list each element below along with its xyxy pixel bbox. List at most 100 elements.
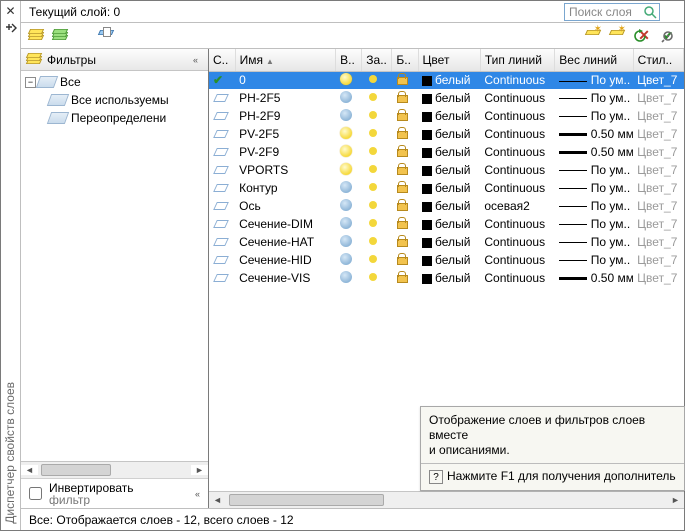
- invert-filter-row[interactable]: Инвертировать фильтр «: [21, 478, 208, 508]
- lock-icon[interactable]: [396, 163, 408, 175]
- table-row[interactable]: VPORTSбелыйContinuousПо ум..Цвет_7: [209, 161, 684, 179]
- cell-lineweight[interactable]: По ум..: [555, 233, 633, 251]
- cell-style[interactable]: Цвет_7: [633, 179, 683, 197]
- lock-icon[interactable]: [396, 253, 408, 265]
- cell-lineweight[interactable]: По ум..: [555, 251, 633, 269]
- lock-icon[interactable]: [396, 91, 408, 103]
- lock-icon[interactable]: [396, 73, 408, 85]
- bulb-icon[interactable]: [340, 127, 352, 139]
- cell-linetype[interactable]: Continuous: [480, 269, 554, 287]
- cell-linetype[interactable]: осевая2: [480, 197, 554, 215]
- tree-row-all[interactable]: − Все: [21, 73, 208, 91]
- cell-style[interactable]: Цвет_7: [633, 251, 683, 269]
- collapse-handle-icon[interactable]: «: [193, 57, 202, 63]
- cell-color[interactable]: белый: [418, 179, 480, 197]
- refresh-button[interactable]: [630, 26, 650, 46]
- lock-icon[interactable]: [396, 181, 408, 193]
- table-row[interactable]: Сечение-HIDбелыйContinuousПо ум..Цвет_7: [209, 251, 684, 269]
- cell-lineweight[interactable]: По ум..: [555, 89, 633, 107]
- tree-row-override[interactable]: Переопределени: [21, 109, 208, 127]
- cell-linetype[interactable]: Continuous: [480, 251, 554, 269]
- table-row[interactable]: PV-2F5белыйContinuous0.50 ммЦвет_7: [209, 125, 684, 143]
- cell-linetype[interactable]: Continuous: [480, 215, 554, 233]
- search-icon[interactable]: [641, 5, 659, 19]
- new-layer-button[interactable]: ✶: [586, 26, 606, 46]
- cell-color[interactable]: белый: [418, 89, 480, 107]
- bulb-icon[interactable]: [340, 271, 352, 283]
- sun-icon[interactable]: [366, 162, 380, 176]
- expander-icon[interactable]: −: [25, 77, 36, 88]
- cell-style[interactable]: Цвет_7: [633, 143, 683, 161]
- sun-icon[interactable]: [366, 126, 380, 140]
- sun-icon[interactable]: [366, 180, 380, 194]
- cell-style[interactable]: Цвет_7: [633, 215, 683, 233]
- col-color[interactable]: Цвет: [418, 49, 480, 71]
- lock-icon[interactable]: [396, 199, 408, 211]
- bulb-icon[interactable]: [340, 199, 352, 211]
- bulb-icon[interactable]: [340, 73, 352, 85]
- sun-icon[interactable]: [366, 216, 380, 230]
- bulb-icon[interactable]: [340, 217, 352, 229]
- cell-linetype[interactable]: Continuous: [480, 71, 554, 89]
- cell-lineweight[interactable]: 0.50 мм: [555, 125, 633, 143]
- grid-hscrollbar[interactable]: ◄►: [209, 492, 684, 508]
- bulb-icon[interactable]: [340, 145, 352, 157]
- cell-linetype[interactable]: Continuous: [480, 107, 554, 125]
- cell-style[interactable]: Цвет_7: [633, 269, 683, 287]
- cell-color[interactable]: белый: [418, 215, 480, 233]
- filters-header[interactable]: Фильтры «: [21, 49, 208, 71]
- sun-icon[interactable]: [366, 90, 380, 104]
- table-row[interactable]: Сечение-DIMбелыйContinuousПо ум..Цвет_7: [209, 215, 684, 233]
- sun-icon[interactable]: [366, 198, 380, 212]
- new-layer-freeze-button[interactable]: ✶: [610, 26, 630, 46]
- cell-lineweight[interactable]: По ум..: [555, 71, 633, 89]
- cell-lineweight[interactable]: 0.50 мм: [555, 269, 633, 287]
- table-row[interactable]: Сечение-VISбелыйContinuous0.50 ммЦвет_7: [209, 269, 684, 287]
- cell-color[interactable]: белый: [418, 251, 480, 269]
- cell-color[interactable]: белый: [418, 125, 480, 143]
- cell-style[interactable]: Цвет_7: [633, 233, 683, 251]
- cell-color[interactable]: белый: [418, 71, 480, 89]
- col-lineweight[interactable]: Вес линий: [555, 49, 633, 71]
- bulb-icon[interactable]: [340, 91, 352, 103]
- close-icon[interactable]: ✕: [4, 4, 18, 18]
- cell-style[interactable]: Цвет_7: [633, 89, 683, 107]
- cell-style[interactable]: Цвет_7: [633, 107, 683, 125]
- col-linetype[interactable]: Тип линий: [480, 49, 554, 71]
- cell-color[interactable]: белый: [418, 233, 480, 251]
- table-row[interactable]: Сечение-HATбелыйContinuousПо ум..Цвет_7: [209, 233, 684, 251]
- cell-style[interactable]: Цвет_7: [633, 197, 683, 215]
- layers-table[interactable]: С.. Имя▲ В.. За.. Б.. Цвет Тип линий Вес…: [209, 49, 684, 287]
- search-input[interactable]: [565, 4, 641, 20]
- sun-icon[interactable]: [366, 144, 380, 158]
- table-row[interactable]: КонтурбелыйContinuousПо ум..Цвет_7: [209, 179, 684, 197]
- filters-hscrollbar[interactable]: ◄►: [21, 461, 208, 478]
- new-group-filter-button[interactable]: [51, 26, 71, 46]
- cell-color[interactable]: белый: [418, 107, 480, 125]
- settings-button[interactable]: [658, 26, 678, 46]
- col-freeze[interactable]: За..: [362, 49, 392, 71]
- lock-icon[interactable]: [396, 235, 408, 247]
- col-style[interactable]: Стил..: [633, 49, 683, 71]
- cell-linetype[interactable]: Continuous: [480, 233, 554, 251]
- collapse-handle-icon[interactable]: «: [195, 491, 204, 497]
- layer-states-button[interactable]: [97, 26, 117, 46]
- table-row[interactable]: Осьбелыйосевая2По ум..Цвет_7: [209, 197, 684, 215]
- filters-tree[interactable]: − Все Все используемы Переопределени: [21, 71, 208, 461]
- cell-linetype[interactable]: Continuous: [480, 179, 554, 197]
- bulb-icon[interactable]: [340, 109, 352, 121]
- col-name[interactable]: Имя▲: [235, 49, 336, 71]
- table-row[interactable]: ✔0белыйContinuousПо ум..Цвет_7: [209, 71, 684, 89]
- cell-linetype[interactable]: Continuous: [480, 161, 554, 179]
- col-lock[interactable]: Б..: [392, 49, 418, 71]
- table-row[interactable]: PH-2F5белыйContinuousПо ум..Цвет_7: [209, 89, 684, 107]
- cell-linetype[interactable]: Continuous: [480, 143, 554, 161]
- cell-style[interactable]: Цвет_7: [633, 125, 683, 143]
- pin-icon[interactable]: [4, 21, 18, 35]
- sun-icon[interactable]: [366, 270, 380, 284]
- invert-filter-checkbox[interactable]: [29, 487, 42, 500]
- lock-icon[interactable]: [396, 217, 408, 229]
- bulb-icon[interactable]: [340, 235, 352, 247]
- cell-color[interactable]: белый: [418, 143, 480, 161]
- cell-lineweight[interactable]: По ум..: [555, 179, 633, 197]
